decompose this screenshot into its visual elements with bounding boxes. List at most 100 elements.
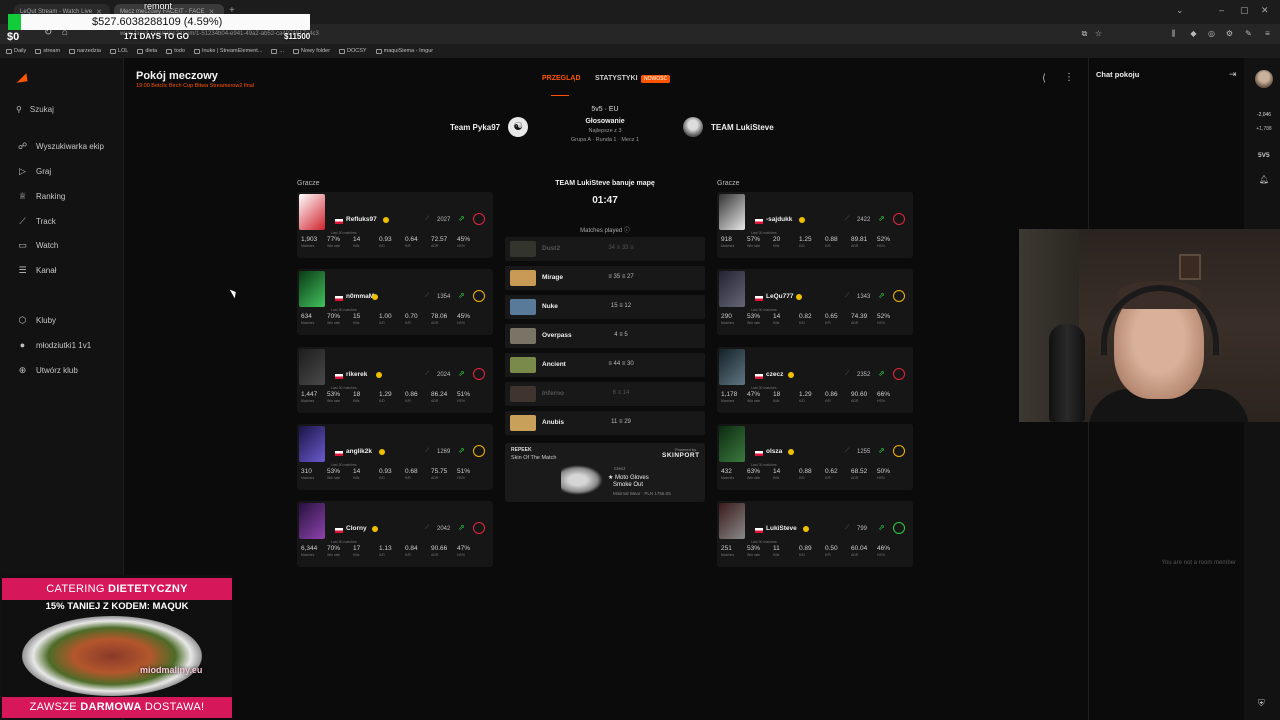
map-matches-played: 15 ≡ 12 bbox=[610, 303, 632, 309]
player-avatar[interactable] bbox=[719, 271, 745, 307]
bookmark[interactable]: LOL bbox=[109, 48, 128, 54]
map-row[interactable]: Nuke 15 ≡ 12 bbox=[505, 295, 705, 319]
bookmark[interactable]: Inuke | StreamElement... bbox=[193, 48, 262, 54]
overlay-title: remont bbox=[144, 1, 173, 11]
install-icon[interactable]: ⧉ bbox=[1079, 28, 1090, 39]
map-row[interactable]: Inferno 6 ≡ 14 bbox=[505, 382, 705, 406]
player-name[interactable]: LeQu777 bbox=[766, 293, 793, 300]
bookmark[interactable]: Daily bbox=[6, 48, 26, 54]
match-group: Grupa A · Runda 1 · Mecz 1 bbox=[570, 137, 640, 143]
player-card[interactable]: czecz ⟋ 2352 ⇗ Last 30 matches 1,178 Mat… bbox=[717, 347, 913, 413]
page-subtitle[interactable]: 19:00 Betclic Birch Cup Bitwa Streamerow… bbox=[136, 83, 254, 89]
map-row[interactable]: Dust2 34 ≡ 33 ≡ bbox=[505, 237, 705, 261]
team-left-name[interactable]: Team Pyka97 bbox=[450, 123, 500, 132]
team-right-avatar[interactable] bbox=[683, 117, 703, 137]
share-icon[interactable]: ⟨ bbox=[1042, 73, 1046, 84]
faceit-logo[interactable] bbox=[15, 73, 28, 83]
collapse-chat-icon[interactable]: ⇥ bbox=[1229, 69, 1237, 80]
maximize-icon[interactable]: ▢ bbox=[1240, 5, 1249, 16]
folder-icon bbox=[293, 48, 299, 54]
player-name[interactable]: n0mmaM bbox=[346, 293, 374, 300]
player-avatar[interactable] bbox=[719, 426, 745, 462]
player-stat: 251 Matches bbox=[721, 545, 735, 557]
bookmark[interactable]: maquiSiema - Imgur bbox=[375, 48, 433, 54]
player-name[interactable]: rikerek bbox=[346, 371, 367, 378]
nav-item-ranking[interactable]: ♕ Ranking bbox=[18, 191, 65, 202]
player-avatar[interactable] bbox=[299, 426, 325, 462]
skin-of-the-match-card[interactable]: REPEEK Skin Of The Match Powered by SKIN… bbox=[505, 443, 705, 502]
player-name[interactable]: olsza bbox=[766, 448, 782, 455]
player-stat: 74.39 ADR bbox=[851, 313, 868, 325]
player-card[interactable]: olsza ⟋ 1255 ⇗ Last 30 matches 432 Match… bbox=[717, 424, 913, 490]
map-row[interactable]: Anubis 11 ≡ 29 bbox=[505, 411, 705, 435]
close-window-icon[interactable]: ✕ bbox=[1261, 5, 1269, 16]
bell-icon[interactable]: 🔔︎ bbox=[1259, 175, 1269, 184]
search-button[interactable]: ⚲ Szukaj bbox=[16, 105, 54, 114]
skinport-logo[interactable]: SKINPORT bbox=[662, 452, 700, 459]
nav-item-clubs[interactable]: ⬡ Kluby bbox=[18, 315, 56, 326]
bookmark[interactable]: ... bbox=[271, 48, 284, 54]
star-icon[interactable]: ☆ bbox=[1093, 28, 1104, 39]
extension-icon[interactable]: ⚙ bbox=[1224, 28, 1235, 39]
player-name[interactable]: anglik2k bbox=[346, 448, 372, 455]
player-stat: 0.88 K/R bbox=[825, 236, 838, 248]
minimize-icon[interactable]: – bbox=[1219, 5, 1224, 15]
library-icon[interactable]: ⫼ bbox=[1168, 28, 1179, 39]
player-name[interactable]: Clorny bbox=[346, 525, 367, 532]
player-avatar[interactable] bbox=[719, 194, 745, 230]
extension-icon[interactable]: ◎ bbox=[1206, 28, 1217, 39]
nav-item-play[interactable]: ▷ Graj bbox=[18, 166, 51, 177]
nav-item-track[interactable]: ⟋ Track bbox=[18, 216, 55, 227]
player-card[interactable]: anglik2k ⟋ 1269 ⇗ Last 30 matches 310 Ma… bbox=[297, 424, 493, 490]
player-card[interactable]: -sajdukk ⟋ 2422 ⇗ Last 30 matches 918 Ma… bbox=[717, 192, 913, 258]
extension-icon[interactable]: ✎ bbox=[1243, 28, 1254, 39]
player-avatar[interactable] bbox=[299, 349, 325, 385]
map-row[interactable]: Overpass 4 ≡ 5 bbox=[505, 324, 705, 348]
bookmark[interactable]: stream bbox=[35, 48, 60, 54]
player-name[interactable]: czecz bbox=[766, 371, 783, 378]
player-avatar[interactable] bbox=[299, 503, 325, 539]
tab-statistics[interactable]: STATYSTYKI bbox=[595, 75, 638, 82]
nav-item-watch[interactable]: ▭ Watch bbox=[18, 240, 58, 251]
bookmark[interactable]: dieta bbox=[137, 48, 157, 54]
player-card[interactable]: LeQu777 ⟋ 1343 ⇗ Last 30 matches 290 Mat… bbox=[717, 269, 913, 335]
menu-icon[interactable]: ≡ bbox=[1262, 28, 1273, 39]
map-row[interactable]: Ancient ≡ 44 ≡ 30 bbox=[505, 353, 705, 377]
bookmark[interactable]: narzedzia bbox=[69, 48, 101, 54]
nav-item-team-finder[interactable]: ☍ Wyszukiwarka ekip bbox=[18, 141, 104, 152]
nav-item-feed[interactable]: ☰ Kanał bbox=[18, 265, 56, 276]
player-card[interactable]: Refluks97 ⟋ 2027 ⇗ Last 30 matches 1,903… bbox=[297, 192, 493, 258]
map-row[interactable]: Mirage ≡ 35 ≡ 27 bbox=[505, 266, 705, 290]
player-elo: 2042 bbox=[437, 526, 451, 532]
player-name[interactable]: -sajdukk bbox=[766, 216, 792, 223]
more-icon[interactable]: ⋮ bbox=[1064, 72, 1074, 83]
team-left-avatar[interactable]: ☯ bbox=[508, 117, 528, 137]
tab-overview[interactable]: PRZEGLĄD bbox=[542, 75, 581, 82]
chevron-down-icon[interactable]: ⌄ bbox=[1176, 5, 1184, 16]
search-label: Szukaj bbox=[29, 105, 54, 114]
player-avatar[interactable] bbox=[299, 271, 325, 307]
player-card[interactable]: LukiSteve ⟋ 799 ⇗ Last 30 matches 251 Ma… bbox=[717, 501, 913, 567]
rail-mode[interactable]: 5V5 bbox=[1258, 152, 1270, 159]
match-status: Głosowanie bbox=[585, 118, 625, 125]
player-name[interactable]: LukiSteve bbox=[766, 525, 797, 532]
extension-icon[interactable]: ◆ bbox=[1188, 28, 1199, 39]
nav-item-create-club[interactable]: ⊕ Utwórz klub bbox=[18, 365, 78, 376]
player-avatar[interactable] bbox=[719, 503, 745, 539]
player-stat: 63% Win rate bbox=[747, 468, 761, 480]
player-avatar[interactable] bbox=[719, 349, 745, 385]
bookmark[interactable]: Nowy folder bbox=[293, 48, 330, 54]
nav-item-club[interactable]: ● młodziutki1 1v1 bbox=[18, 340, 91, 350]
player-avatar[interactable] bbox=[299, 194, 325, 230]
party-icon[interactable]: ⛨ bbox=[1258, 698, 1265, 709]
bookmark[interactable]: todo bbox=[166, 48, 185, 54]
player-card[interactable]: rikerek ⟋ 2024 ⇗ Last 30 matches 1,447 M… bbox=[297, 347, 493, 413]
team-right-name[interactable]: TEAM LukiSteve bbox=[711, 123, 774, 132]
player-elo: 799 bbox=[857, 526, 868, 532]
player-name[interactable]: Refluks97 bbox=[346, 216, 377, 223]
info-icon[interactable]: ⓘ bbox=[624, 228, 630, 234]
bookmark[interactable]: DOCSY bbox=[339, 48, 367, 54]
user-avatar[interactable] bbox=[1255, 70, 1273, 88]
player-card[interactable]: n0mmaM ⟋ 1354 ⇗ Last 30 matches 634 Matc… bbox=[297, 269, 493, 335]
player-card[interactable]: Clorny ⟋ 2042 ⇗ Last 30 matches 6,344 Ma… bbox=[297, 501, 493, 567]
